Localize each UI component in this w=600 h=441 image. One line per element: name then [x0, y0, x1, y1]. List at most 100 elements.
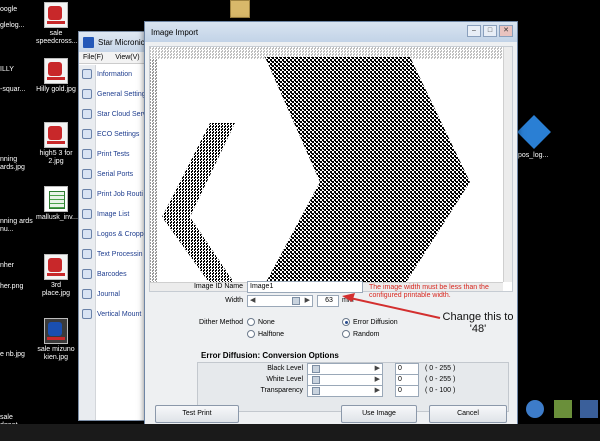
slider-right-arrow-icon[interactable]: ▶	[375, 375, 380, 385]
desktop-icon-label: mallusk_inv...	[36, 214, 78, 221]
nav-item-vertical-mount[interactable]: Vertical Mount	[82, 309, 141, 319]
slider-thumb[interactable]	[312, 387, 320, 395]
photo-thumbnail-icon	[44, 122, 68, 148]
nav-item-image-list[interactable]: Image List	[82, 209, 129, 219]
desktop-icon-label: Hilly gold.jpg	[36, 86, 76, 93]
image-icon	[82, 209, 92, 219]
user-tray-icon[interactable]	[554, 400, 572, 418]
desktop-logo-fragment: nher	[0, 262, 15, 269]
minimize-button[interactable]: –	[467, 25, 481, 37]
print-icon	[82, 149, 92, 159]
radio-dot	[342, 330, 350, 338]
desktop-icon[interactable]: high5 3 for 2.jpg	[36, 122, 76, 166]
desktop-icon[interactable]: Hilly gold.jpg	[36, 58, 76, 94]
desktop-icon-label: 3rd place.jpg	[41, 282, 71, 297]
settings-icon	[82, 89, 92, 99]
dither-error-diffusion-radio[interactable]: Error Diffusion	[342, 318, 398, 326]
nav-item-general-settings[interactable]: General Setting	[82, 89, 146, 99]
nav-item-print-tests[interactable]: Print Tests	[82, 149, 130, 159]
close-button[interactable]: ✕	[499, 25, 513, 37]
transparency-slider[interactable]: ▶	[307, 385, 383, 397]
radio-label: Halftone	[258, 330, 285, 338]
slider-thumb[interactable]	[292, 297, 300, 305]
black-level-label: Black Level	[267, 365, 303, 372]
folder-icon[interactable]	[230, 0, 250, 18]
window-controls: – □ ✕	[467, 25, 513, 37]
slider-right-arrow-icon[interactable]: ▶	[375, 386, 380, 396]
mount-icon	[82, 309, 92, 319]
radio-label: None	[258, 318, 275, 326]
app-title: Star Micronics	[98, 37, 149, 47]
slider-right-arrow-icon[interactable]: ▶	[375, 364, 380, 374]
network-tray-icon[interactable]	[580, 400, 598, 418]
nav-item-label: Information	[97, 70, 133, 78]
menu-file[interactable]: File(F)	[83, 54, 103, 61]
nav-item-information[interactable]: Information	[82, 69, 132, 79]
desktop-icon[interactable]: 3rd place.jpg	[36, 254, 76, 298]
nav-item-barcodes[interactable]: Barcodes	[82, 269, 127, 279]
transparency-input[interactable]: 0	[395, 385, 419, 397]
desktop-icon[interactable]: sale mizuno kien.jpg	[36, 318, 76, 362]
preview-vertical-scrollbar[interactable]	[503, 47, 512, 282]
width-warning-text: The image width must be less than the co…	[369, 284, 489, 299]
text-icon	[82, 249, 92, 259]
spreadsheet-icon	[44, 186, 68, 212]
width-unit: mm	[342, 297, 354, 304]
desktop-icon-label-cut: pos_log...	[518, 152, 549, 159]
eco-icon	[82, 129, 92, 139]
dialog-title-bar: Image Import	[145, 22, 517, 42]
nav-item-serial-ports[interactable]: Serial Ports	[82, 169, 133, 179]
nav-item-label: ECO Settings	[97, 130, 140, 138]
photo-thumbnail-icon	[44, 254, 68, 280]
cancel-button[interactable]: Cancel	[429, 405, 507, 423]
nav-item-label: Barcodes	[97, 270, 127, 278]
desktop-icon-label-cut: her.png	[0, 283, 24, 290]
radio-dot	[247, 330, 255, 338]
photo-thumbnail-icon	[44, 58, 68, 84]
maximize-button[interactable]: □	[483, 25, 497, 37]
nav-item-text-processing[interactable]: Text Processin	[82, 249, 143, 259]
slider-right-arrow-icon[interactable]: ▶	[305, 296, 310, 306]
nav-item-journal[interactable]: Journal	[82, 289, 120, 299]
nav-item-label: Print Tests	[97, 150, 130, 158]
use-image-button[interactable]: Use Image	[341, 405, 417, 423]
dither-none-radio[interactable]: None	[247, 318, 275, 326]
port-icon	[82, 169, 92, 179]
test-print-button[interactable]: Test Print	[155, 405, 239, 423]
desktop-icon[interactable]: sale speedcross...	[36, 2, 78, 46]
desktop-icon-label-cut: nning ards nu...	[0, 218, 33, 233]
nav-item-label: Serial Ports	[97, 170, 134, 178]
nav-item-label: Text Processin	[97, 250, 143, 258]
barcode-icon	[82, 269, 92, 279]
nav-item-star-cloud[interactable]: Star Cloud Serv	[82, 109, 146, 119]
width-label: Width	[225, 297, 243, 304]
slider-thumb[interactable]	[312, 365, 320, 373]
width-input[interactable]: 63	[317, 295, 339, 307]
desktop-logo-fragment: ILLY	[0, 66, 14, 73]
image-id-input[interactable]: Image1	[247, 281, 363, 293]
dither-halftone-radio[interactable]: Halftone	[247, 330, 284, 338]
radio-label: Random	[353, 330, 380, 338]
width-slider[interactable]: ◀ ▶	[247, 295, 313, 307]
nav-item-eco-settings[interactable]: ECO Settings	[82, 129, 139, 139]
nav-item-label: Vertical Mount	[97, 310, 142, 318]
slider-left-arrow-icon[interactable]: ◀	[250, 296, 255, 306]
app-shortcut-icon[interactable]	[517, 115, 551, 149]
desktop-icon[interactable]: mallusk_inv...	[36, 186, 78, 222]
nav-item-print-job-routing[interactable]: Print Job Routi	[82, 189, 143, 199]
radio-dot	[247, 318, 255, 326]
desktop-icon-label-cut: -squar...	[0, 86, 26, 93]
dither-random-radio[interactable]: Random	[342, 330, 379, 338]
desktop-icon-label-cut: nning ards.jpg	[0, 156, 25, 171]
dither-method-label: Dither Method	[199, 319, 243, 326]
nav-item-logos-cropping[interactable]: Logos & Cropp	[82, 229, 144, 239]
browser-tray-icon[interactable]	[526, 400, 544, 418]
photo-thumbnail-icon	[44, 2, 68, 28]
slider-thumb[interactable]	[312, 376, 320, 384]
route-icon	[82, 189, 92, 199]
menu-view[interactable]: View(V)	[115, 54, 139, 61]
desktop-icon-label: high5 3 for 2.jpg	[39, 150, 73, 165]
cloud-icon	[82, 109, 92, 119]
taskbar	[0, 424, 600, 441]
nav-item-label: Print Job Routi	[97, 190, 143, 198]
